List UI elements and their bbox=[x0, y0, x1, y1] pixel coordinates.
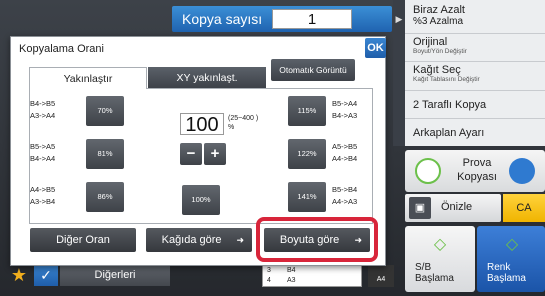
preset-line: B4->A4 bbox=[30, 154, 56, 163]
divider bbox=[405, 118, 545, 119]
preset-line: B4->B5 bbox=[30, 99, 56, 108]
original-sub: Boyut/Yön Değiştir bbox=[413, 48, 467, 55]
by-paper-button[interactable]: Kağıda göre ➜ bbox=[146, 228, 252, 252]
preset-70-button[interactable]: 70% bbox=[86, 96, 124, 126]
preset-line: B4->A3 bbox=[332, 111, 358, 120]
slightly-reduce-item[interactable]: Biraz Azalt %3 Azalma bbox=[413, 4, 541, 27]
other-ratio-label: Diğer Oran bbox=[56, 234, 110, 246]
divider bbox=[405, 33, 545, 34]
preview-icon: ▣ bbox=[409, 197, 431, 219]
preset-line: B5->B4 bbox=[332, 185, 358, 194]
proof-copy-label: Prova Kopyası bbox=[457, 157, 497, 183]
preset-line: B5->A4 bbox=[332, 99, 358, 108]
duplex-copy-item[interactable]: 2 Taraflı Kopya bbox=[413, 99, 541, 111]
preset-label-86: A4->B5 A3->B4 bbox=[30, 184, 55, 208]
tray-size: B4 bbox=[287, 267, 296, 274]
preset-141-button[interactable]: 141% bbox=[288, 182, 326, 212]
auto-image-button[interactable]: Otomatık Görüntü bbox=[271, 59, 355, 81]
preset-100-button[interactable]: 100% bbox=[182, 185, 220, 215]
dialog-title: Kopyalama Orani bbox=[19, 43, 104, 55]
divider bbox=[405, 61, 545, 62]
percent-sign: % bbox=[228, 124, 235, 131]
bw-start-button[interactable]: ◇ S/B Başlama bbox=[405, 226, 475, 292]
other-ratio-button[interactable]: Diğer Oran bbox=[30, 228, 136, 252]
background-adjust-label: Arkaplan Ayarı bbox=[413, 127, 485, 139]
preset-line: B5->A5 bbox=[30, 142, 56, 151]
tab-xy-zoom[interactable]: XY yakınlaşt. bbox=[148, 67, 266, 89]
original-label: Orijinal bbox=[413, 36, 448, 48]
others-button[interactable]: Diğerleri bbox=[60, 264, 170, 286]
preset-115-button[interactable]: 115% bbox=[288, 96, 326, 126]
by-paper-label: Kağıda göre bbox=[161, 234, 222, 246]
duplex-copy-label: 2 Taraflı Kopya bbox=[413, 99, 487, 111]
divider bbox=[405, 90, 545, 91]
chevron-right-icon: ▶ bbox=[395, 14, 403, 24]
paper-select-label: Kağıt Seç bbox=[413, 64, 461, 76]
ratio-input[interactable]: 100 bbox=[180, 113, 224, 136]
range-text: (25~400 ) bbox=[228, 115, 259, 122]
tray-size: A3 bbox=[287, 277, 296, 284]
preset-label-115: B5->A4 B4->A3 bbox=[332, 98, 357, 122]
preset-line: A4->B5 bbox=[30, 185, 56, 194]
ratio-range: (25~400 ) % bbox=[228, 114, 258, 132]
highlight-frame bbox=[256, 217, 378, 262]
preview-label: Önizle bbox=[441, 201, 473, 213]
copies-label: Kopya sayısı bbox=[182, 11, 263, 27]
preset-label-81: B5->A5 B4->A4 bbox=[30, 141, 55, 165]
color-diamond-icon bbox=[509, 158, 535, 184]
check-icon[interactable]: ✓ bbox=[34, 264, 58, 286]
copies-bar: Kopya sayısı 1 bbox=[172, 6, 392, 32]
preset-122-button[interactable]: 122% bbox=[288, 139, 326, 169]
preset-81-button[interactable]: 81% bbox=[86, 139, 124, 169]
right-panel: Biraz Azalt %3 Azalma Orijinal Boyut/Yön… bbox=[405, 0, 545, 146]
favorite-star-icon[interactable]: ★ bbox=[8, 264, 30, 286]
preset-line: A4->B4 bbox=[332, 154, 358, 163]
paper-select-item[interactable]: Kağıt Seç Kağıt Tablasını Değiştir bbox=[413, 64, 541, 83]
color-start-icon: ◇ bbox=[505, 236, 519, 253]
ok-button[interactable]: OK bbox=[365, 38, 386, 58]
minus-button[interactable]: − bbox=[180, 143, 202, 165]
preset-86-button[interactable]: 86% bbox=[86, 182, 124, 212]
preset-label-122: A5->B5 A4->B4 bbox=[332, 141, 357, 165]
tray-number: 3 bbox=[267, 267, 271, 274]
tray-status: 3 B4 4 A3 bbox=[262, 265, 362, 287]
color-start-label: Renk Başlama bbox=[487, 262, 526, 284]
paper-size-indicator: A4 bbox=[368, 265, 394, 287]
preset-line: A3->A4 bbox=[30, 111, 56, 120]
preset-label-70: B4->B5 A3->A4 bbox=[30, 98, 55, 122]
preset-label-141: B5->B4 A4->A3 bbox=[332, 184, 357, 208]
plus-button[interactable]: + bbox=[204, 143, 226, 165]
arrow-right-icon: ➜ bbox=[236, 235, 244, 245]
background-adjust-item[interactable]: Arkaplan Ayarı bbox=[413, 127, 541, 139]
preset-line: A3->B4 bbox=[30, 197, 56, 206]
color-start-button[interactable]: ◇ Renk Başlama bbox=[477, 226, 545, 292]
original-item[interactable]: Orijinal Boyut/Yön Değiştir bbox=[413, 36, 541, 55]
slightly-reduce-label: Biraz Azalt bbox=[413, 4, 465, 16]
preset-line: A4->A3 bbox=[332, 197, 358, 206]
tray-number: 4 bbox=[267, 277, 271, 284]
slightly-reduce-sub: %3 Azalma bbox=[413, 16, 464, 27]
bw-diamond-icon bbox=[415, 158, 441, 184]
panel-collapse-handle[interactable]: ▶ bbox=[393, 0, 405, 146]
preset-line: A5->B5 bbox=[332, 142, 358, 151]
tab-zoom[interactable]: Yakınlaştır bbox=[29, 67, 147, 89]
preview-button[interactable]: ▣ Önizle bbox=[405, 194, 501, 222]
bw-start-icon: ◇ bbox=[433, 236, 447, 253]
proof-copy-button[interactable]: Prova Kopyası bbox=[405, 150, 545, 192]
copies-input[interactable]: 1 bbox=[272, 9, 352, 29]
clear-all-button[interactable]: CA bbox=[503, 194, 545, 222]
bw-start-label: S/B Başlama bbox=[415, 262, 454, 284]
paper-select-sub: Kağıt Tablasını Değiştir bbox=[413, 76, 480, 83]
